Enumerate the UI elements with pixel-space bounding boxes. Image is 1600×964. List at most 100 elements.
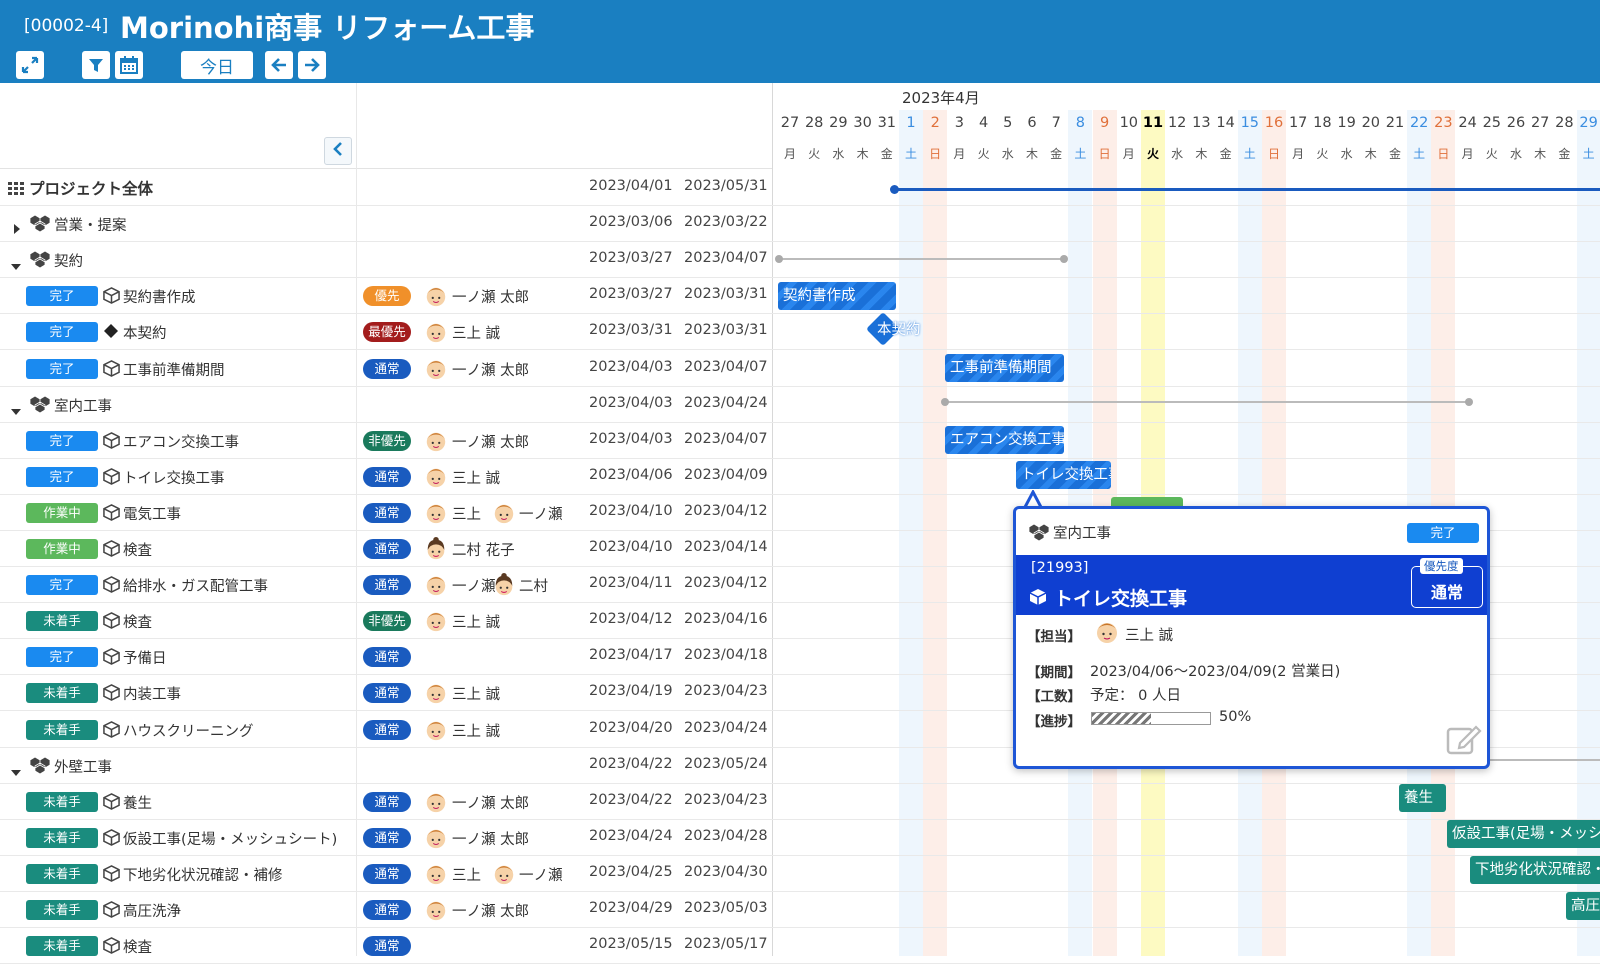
priority-badge: 通常 xyxy=(363,502,411,523)
caret-down-icon[interactable] xyxy=(11,401,21,420)
box-icon xyxy=(103,612,120,633)
status-badge: 未着手 xyxy=(26,863,98,884)
status-badge: 未着手 xyxy=(26,791,98,812)
expand-button[interactable] xyxy=(16,51,44,79)
caret-right-icon[interactable] xyxy=(13,219,21,238)
start-date: 2023/04/22 xyxy=(589,791,673,808)
task-row[interactable]: 未着手 検査 通常 2023/05/15 2023/05/17 xyxy=(0,928,1600,964)
weekday-label: 日 xyxy=(1267,147,1280,161)
assignee-name: 一ノ瀬 太郎 xyxy=(452,290,530,307)
assignee-name: 二村 花子 xyxy=(452,543,515,559)
box-icon xyxy=(103,431,120,453)
priority-box: 優先度 通常 xyxy=(1411,558,1483,608)
avatar xyxy=(1094,619,1120,645)
gantt-bar[interactable]: エアコン交換工事 xyxy=(945,426,1064,454)
weekday-label: 木 xyxy=(1195,147,1208,161)
day-number: 23 xyxy=(1434,115,1453,131)
day-number: 20 xyxy=(1361,115,1381,131)
assignee-name: 一ノ瀬 太郎 xyxy=(452,434,530,451)
gantt-bar[interactable]: 工事前準備期間 xyxy=(945,354,1064,382)
row-name: 契約書作成 xyxy=(123,290,196,307)
priority-badge: 通常 xyxy=(363,539,411,559)
project-code: [00002-4] xyxy=(24,16,109,36)
end-date: 2023/04/30 xyxy=(684,863,768,880)
day-number: 7 xyxy=(1051,115,1061,131)
group-span-start xyxy=(941,398,949,406)
weekday-label: 木 xyxy=(856,147,869,161)
gantt-bar[interactable]: 養生 xyxy=(1399,784,1446,812)
row-name: 検査 xyxy=(123,615,152,632)
day-number: 28 xyxy=(804,115,824,131)
end-date: 2023/05/03 xyxy=(684,900,768,916)
start-date: 2023/03/27 xyxy=(589,250,673,267)
group-span-line xyxy=(776,258,1065,260)
gantt-bar[interactable]: 契約書作成 xyxy=(778,282,896,310)
day-number: 15 xyxy=(1240,115,1260,131)
avatar xyxy=(424,465,448,489)
avatar xyxy=(424,501,448,525)
day-number: 12 xyxy=(1167,115,1187,131)
row-name: トイレ交換工事 xyxy=(123,470,225,487)
assignee-name: 一ノ瀬 xyxy=(519,867,563,884)
task-row[interactable]: 完了 トイレ交換工事 通常 三上 誠 2023/04/06 2023/04/09 xyxy=(0,459,1600,495)
end-date: 2023/05/31 xyxy=(684,178,768,194)
row-name: 仮設工事(足場・メッシュシート) xyxy=(123,831,338,848)
next-button[interactable] xyxy=(298,51,326,79)
gantt-bar[interactable]: 下地劣化状況確認・補修 xyxy=(1470,856,1600,884)
popup-status-badge: 完了 xyxy=(1407,523,1479,543)
task-row[interactable]: 未着手 養生 通常 一ノ瀬 太郎 2023/04/22 2023/04/23 xyxy=(0,784,1600,820)
start-date: 2023/04/20 xyxy=(589,719,673,736)
caret-down-icon[interactable] xyxy=(11,762,21,781)
start-date: 2023/04/10 xyxy=(589,502,673,519)
status-badge: 未着手 xyxy=(26,827,98,848)
end-date: 2023/04/09 xyxy=(684,466,768,483)
start-date: 2023/03/31 xyxy=(589,322,673,339)
avatar xyxy=(424,790,448,814)
task-row[interactable]: 完了 エアコン交換工事 非優先 一ノ瀬 太郎 2023/04/03 2023/04/07 xyxy=(0,423,1600,459)
caret-down-icon[interactable] xyxy=(11,256,21,275)
group-icon xyxy=(29,214,51,236)
avatar xyxy=(424,826,448,850)
group-row[interactable]: 契約 2023/03/27 2023/04/07 xyxy=(0,242,1600,279)
weekday-label: 金 xyxy=(1558,147,1571,161)
start-date: 2023/04/25 xyxy=(589,863,673,880)
edit-icon[interactable] xyxy=(1446,723,1482,759)
group-icon xyxy=(29,250,51,272)
day-number: 27 xyxy=(780,115,800,131)
prev-button[interactable] xyxy=(265,51,293,79)
gantt-bar[interactable]: トイレ交換工事 xyxy=(1016,461,1111,489)
group-row[interactable]: 室内工事 2023/04/03 2023/04/24 xyxy=(0,387,1600,423)
filter-button[interactable] xyxy=(82,51,110,79)
box-icon xyxy=(103,503,120,525)
day-number: 29 xyxy=(1579,115,1598,131)
task-row[interactable]: 未着手 仮設工事(足場・メッシュシート) 通常 一ノ瀬 太郎 2023/04/24 202… xyxy=(0,820,1600,856)
start-date: 2023/04/06 xyxy=(589,466,673,483)
end-date: 2023/03/31 xyxy=(684,286,768,303)
start-date: 2023/04/12 xyxy=(589,611,673,628)
priority-badge: 通常 xyxy=(363,827,411,848)
day-number: 3 xyxy=(954,115,964,131)
day-number: 11 xyxy=(1142,115,1164,131)
weekday-label: 金 xyxy=(1050,147,1063,161)
assignee-name: 三上 誠 xyxy=(452,723,501,740)
progress-fill xyxy=(1092,713,1151,724)
row-name: 内装工事 xyxy=(123,687,181,704)
status-badge: 完了 xyxy=(26,286,98,307)
task-row[interactable]: 未着手 高圧洗浄 通常 一ノ瀬 太郎 2023/04/29 2023/05/03 xyxy=(0,892,1600,928)
gantt-bar[interactable]: 仮設工事(足場・メッシュシート) xyxy=(1447,820,1600,848)
calendar-button[interactable] xyxy=(115,51,143,79)
weekday-label: 土 xyxy=(1243,147,1256,161)
group-row[interactable]: 営業・提案 2023/03/06 2023/03/22 xyxy=(0,206,1600,243)
day-number: 21 xyxy=(1385,115,1405,131)
task-row[interactable]: 完了 本契約 最優先 三上 誠 2023/03/31 2023/03/31 xyxy=(0,314,1600,351)
assignee-name: 一ノ瀬 太郎 xyxy=(452,831,530,848)
day-number: 22 xyxy=(1409,115,1429,131)
row-name: 検査 xyxy=(123,940,152,957)
popup-effort: 予定： 0 人日 xyxy=(1090,688,1181,704)
task-row[interactable]: 完了 工事前準備期間 通常 一ノ瀬 太郎 2023/04/03 2023/04/07 xyxy=(0,351,1600,387)
task-row[interactable]: 未着手 下地劣化状況確認・補修 通常 三上 一ノ瀬 2023/04/25 2023/04/3… xyxy=(0,856,1600,892)
today-button[interactable]: 今日 xyxy=(181,51,253,79)
collapse-panel-button[interactable] xyxy=(324,137,352,165)
status-badge: 未着手 xyxy=(26,611,98,632)
gantt-bar[interactable]: 高圧洗浄 xyxy=(1566,892,1600,920)
